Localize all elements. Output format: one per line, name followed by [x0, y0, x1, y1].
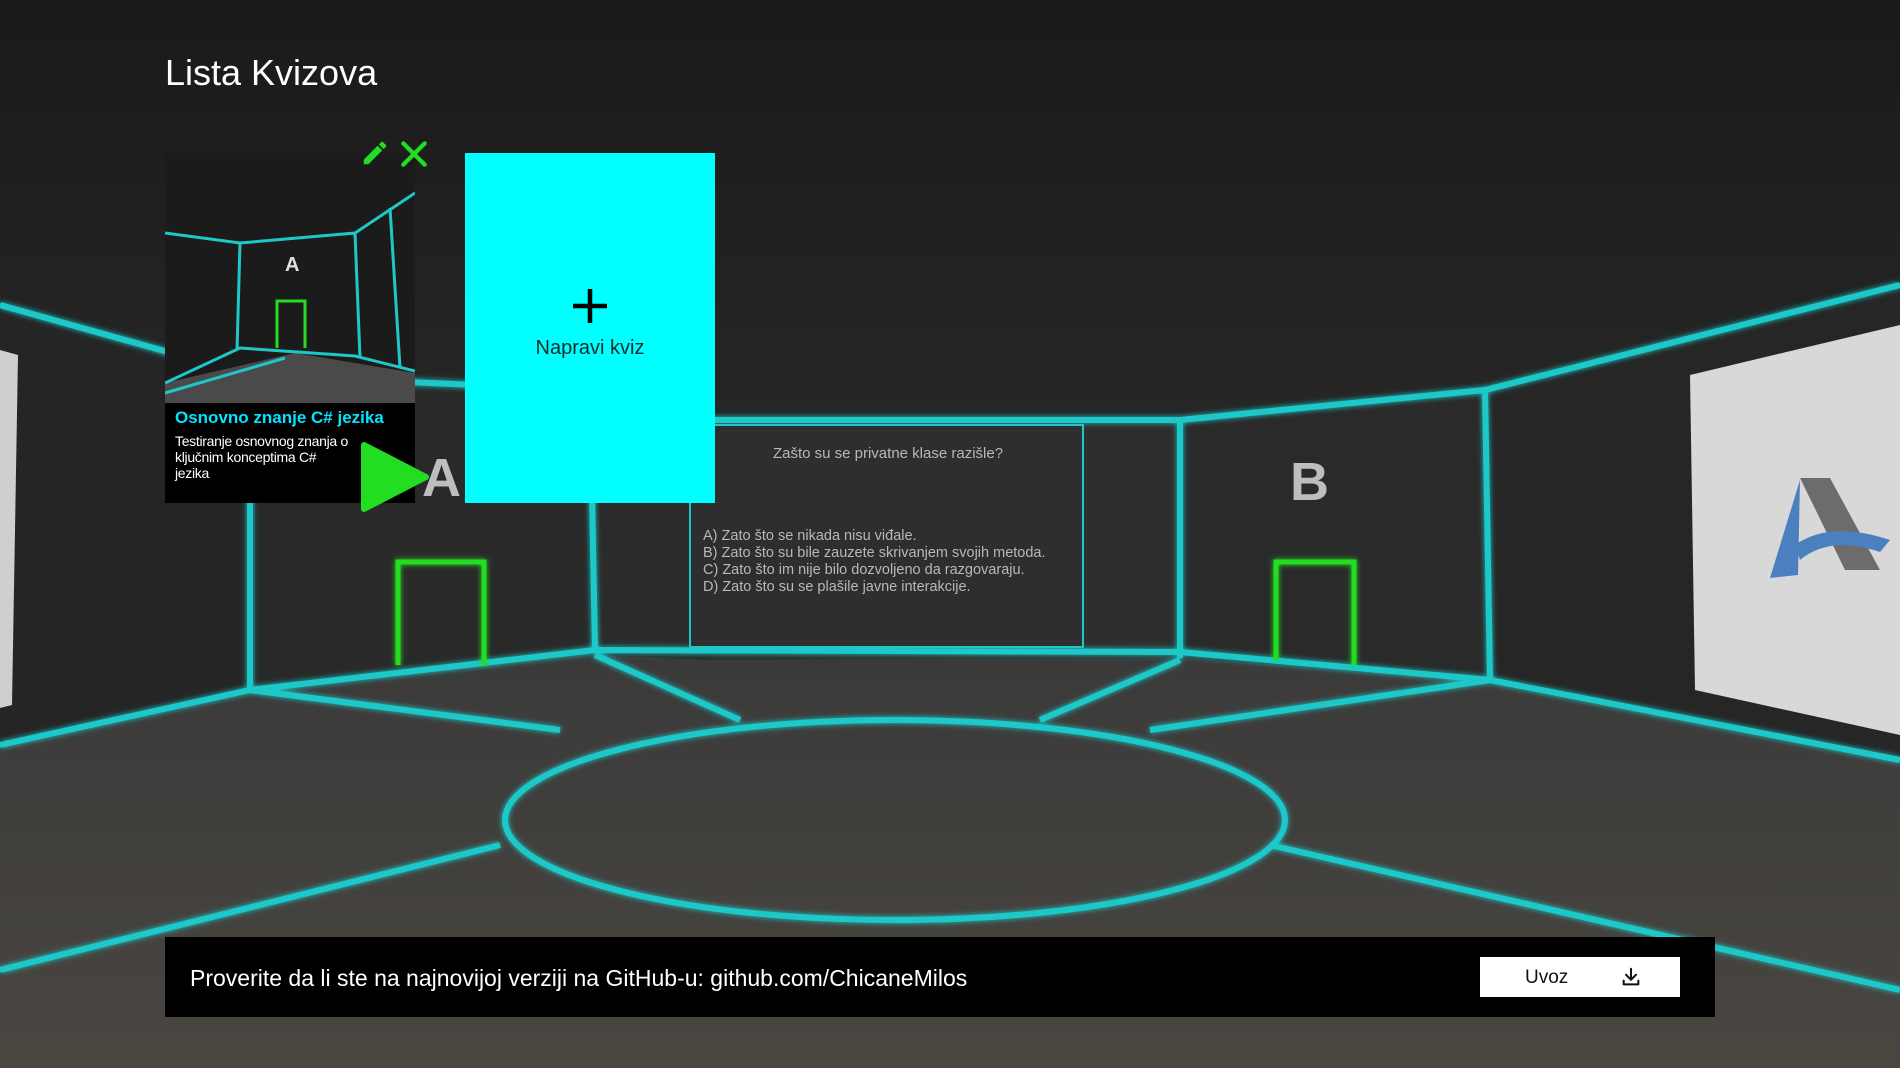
- scene-door-label-b: B: [1290, 452, 1329, 512]
- pencil-icon: [363, 141, 387, 165]
- play-button[interactable]: [360, 441, 430, 513]
- create-quiz-label: Napravi kviz: [535, 337, 645, 359]
- quiz-thumbnail: A: [165, 153, 415, 403]
- scene-answer-b: B) Zato što su bile zauzete skrivanjem s…: [703, 545, 1046, 561]
- create-quiz-card[interactable]: Napravi kviz: [465, 153, 715, 503]
- quiz-title: Osnovno znanje C# jezika: [175, 408, 384, 427]
- import-button[interactable]: Uvoz: [1480, 957, 1680, 997]
- close-icon: [401, 141, 427, 167]
- page-title: Lista Kvizova: [165, 52, 378, 93]
- scene-question: Zašto su se privatne klase razišle?: [773, 445, 1003, 462]
- play-icon: [361, 442, 429, 512]
- version-notice: Proverite da li ste na najnovijoj verzij…: [190, 965, 968, 991]
- delete-button[interactable]: [398, 138, 430, 170]
- plus-icon: [573, 289, 607, 323]
- edit-button[interactable]: [360, 138, 390, 168]
- import-label: Uvoz: [1525, 967, 1569, 988]
- footer-bar: Proverite da li ste na najnovijoj verzij…: [165, 937, 1715, 1017]
- scene-answer-c: C) Zato što im nije bilo dozvoljeno da r…: [703, 562, 1025, 578]
- download-icon: [1622, 967, 1640, 986]
- scene-answer-a: A) Zato što se nikada nisu viđale.: [703, 528, 917, 544]
- scene-answer-d: D) Zato što su se plašile javne interakc…: [703, 579, 971, 595]
- quiz-card[interactable]: A Osnovno znanje C# jezika Testiranje os…: [165, 141, 429, 512]
- quiz-description: Testiranje osnovnog znanja o ključnim ko…: [175, 433, 348, 481]
- quiz-thumbnail-letter: A: [285, 254, 299, 276]
